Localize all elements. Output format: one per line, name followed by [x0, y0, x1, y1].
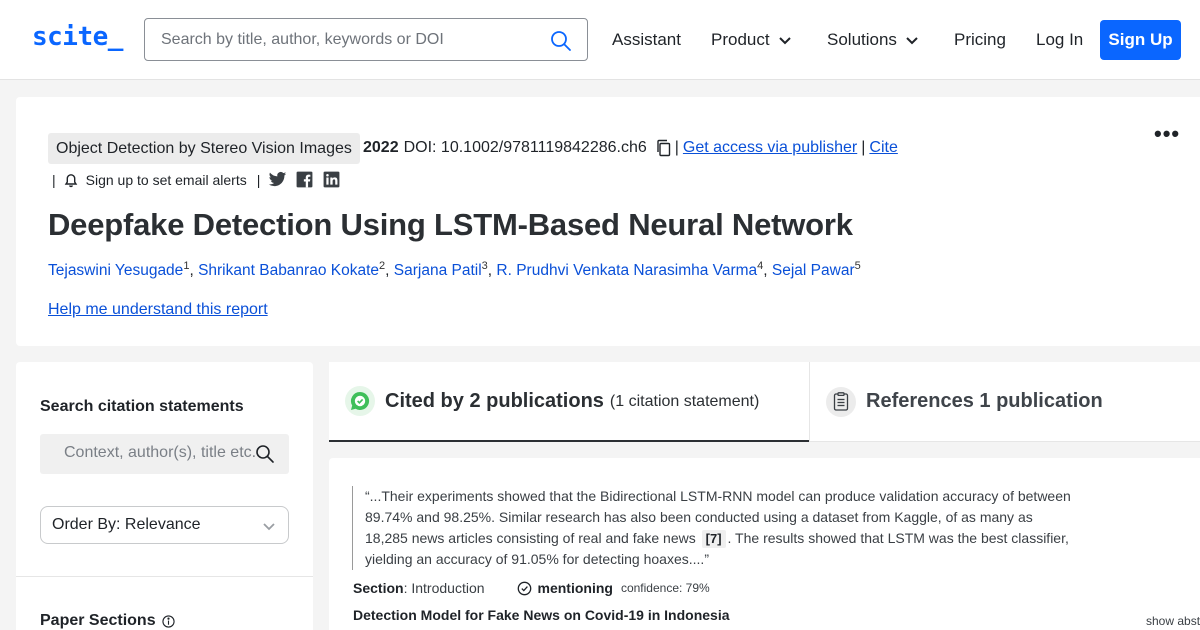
- mention-badge: mentioning: [517, 580, 613, 596]
- cite-link[interactable]: Cite: [869, 139, 897, 157]
- chevron-down-icon: [263, 523, 275, 531]
- search-icon[interactable]: [255, 444, 275, 464]
- citation-section-info: Section : Introduction mentioning confid…: [353, 580, 710, 596]
- divider: [16, 576, 313, 577]
- tab-references-label: References 1 publication: [866, 390, 1103, 412]
- nav-assistant[interactable]: Assistant: [612, 30, 681, 50]
- confidence-value: confidence: 79%: [620, 581, 710, 595]
- author-link[interactable]: R. Prudhvi Venkata Narasimha Varma: [496, 262, 757, 279]
- paper-header-card: Object Detection by Stereo Vision Images…: [16, 97, 1200, 346]
- facebook-icon[interactable]: [295, 170, 314, 189]
- citation-search-input[interactable]: [64, 444, 258, 462]
- bell-icon[interactable]: [64, 172, 78, 188]
- section-value: : Introduction: [403, 580, 485, 596]
- author-affiliation-number: 2: [379, 260, 386, 272]
- tab-cited-label: Cited by 2 publications: [385, 389, 604, 412]
- main-search-input[interactable]: [161, 29, 541, 51]
- top-header: scite_ Assistant Product Solutions Prici…: [0, 0, 1200, 80]
- author-affiliation-number: 5: [854, 260, 861, 272]
- tab-references[interactable]: References 1 publication: [809, 362, 1200, 442]
- document-icon: [826, 386, 856, 417]
- chevron-down-icon: [906, 37, 918, 45]
- help-understand-link[interactable]: Help me understand this report: [48, 301, 268, 319]
- author-link[interactable]: Shrikant Babanrao Kokate: [198, 262, 379, 279]
- nav-product[interactable]: Product: [711, 30, 792, 50]
- author-affiliation-number: 4: [757, 260, 764, 272]
- nav-product-label: Product: [711, 30, 770, 49]
- main-search-box[interactable]: [144, 18, 588, 61]
- citing-paper-title[interactable]: Detection Model for Fake News on Covid-1…: [353, 607, 730, 623]
- separator: |: [256, 171, 261, 188]
- citation-statement-card: “...Their experiments showed that the Bi…: [329, 458, 1200, 630]
- author-affiliation-number: 3: [481, 260, 488, 272]
- nav-login-label: Log In: [1036, 30, 1084, 49]
- get-access-link[interactable]: Get access via publisher: [683, 139, 857, 157]
- citation-tabs: Cited by 2 publications (1 citation stat…: [329, 362, 1200, 442]
- paper-sections-heading: Paper Sections: [40, 612, 175, 630]
- nav-assistant-label: Assistant: [612, 30, 681, 49]
- author-link[interactable]: Tejaswini Yesugade: [48, 262, 183, 279]
- reference-tag[interactable]: [7]: [701, 530, 726, 548]
- twitter-icon[interactable]: [268, 170, 287, 189]
- tab-cited-sublabel: (1 citation statement): [609, 393, 760, 410]
- mention-label: mentioning: [537, 580, 613, 596]
- paper-meta: 2022 DOI: 10.1002/9781119842286.ch6 | Ge…: [363, 139, 898, 157]
- separator: |: [861, 139, 866, 156]
- paper-sections-label: Paper Sections: [40, 612, 156, 629]
- section-label: Section: [353, 580, 404, 596]
- publication-year: 2022: [363, 139, 399, 156]
- citation-quote: “...Their experiments showed that the Bi…: [352, 486, 1072, 570]
- search-citations-heading: Search citation statements: [40, 398, 244, 415]
- linkedin-icon[interactable]: [322, 170, 341, 189]
- nav-pricing[interactable]: Pricing: [954, 30, 1006, 50]
- copy-icon[interactable]: [655, 139, 673, 157]
- show-abstract-link[interactable]: show abst: [1146, 614, 1200, 628]
- info-icon[interactable]: [161, 614, 175, 628]
- nav-solutions[interactable]: Solutions: [827, 30, 919, 50]
- separator: |: [674, 139, 679, 156]
- paper-title: Deepfake Detection Using LSTM-Based Neur…: [48, 207, 853, 242]
- order-by-select[interactable]: Order By: Relevance: [40, 506, 289, 544]
- order-by-value: Order By: Relevance: [52, 516, 201, 533]
- author-affiliation-number: 1: [183, 260, 190, 272]
- author-link[interactable]: Sarjana Patil: [394, 262, 482, 279]
- author-link[interactable]: Sejal Pawar: [772, 262, 855, 279]
- doi-text: DOI: 10.1002/9781119842286.ch6: [403, 139, 647, 156]
- check-circle-icon: [517, 581, 531, 595]
- nav-login[interactable]: Log In: [1036, 30, 1083, 50]
- more-options-icon[interactable]: •••: [1154, 121, 1180, 147]
- citation-sidebar: Search citation statements Order By: Rel…: [16, 362, 313, 630]
- scite-logo[interactable]: scite_: [32, 22, 123, 52]
- email-alert-link[interactable]: Sign up to set email alerts: [86, 172, 247, 188]
- tab-cited-by[interactable]: Cited by 2 publications (1 citation stat…: [329, 362, 809, 442]
- journal-badge[interactable]: Object Detection by Stereo Vision Images: [48, 133, 360, 164]
- alert-and-share: | Sign up to set email alerts |: [52, 170, 341, 189]
- chat-bubble-icon: [345, 386, 375, 416]
- separator: |: [52, 171, 56, 188]
- citation-search-box[interactable]: [40, 434, 289, 474]
- author-list: Tejaswini Yesugade1, Shrikant Babanrao K…: [48, 260, 861, 280]
- nav-pricing-label: Pricing: [954, 30, 1006, 49]
- search-icon[interactable]: [549, 29, 573, 53]
- chevron-down-icon: [778, 37, 791, 45]
- nav-solutions-label: Solutions: [827, 30, 897, 49]
- signup-button[interactable]: Sign Up: [1100, 20, 1181, 60]
